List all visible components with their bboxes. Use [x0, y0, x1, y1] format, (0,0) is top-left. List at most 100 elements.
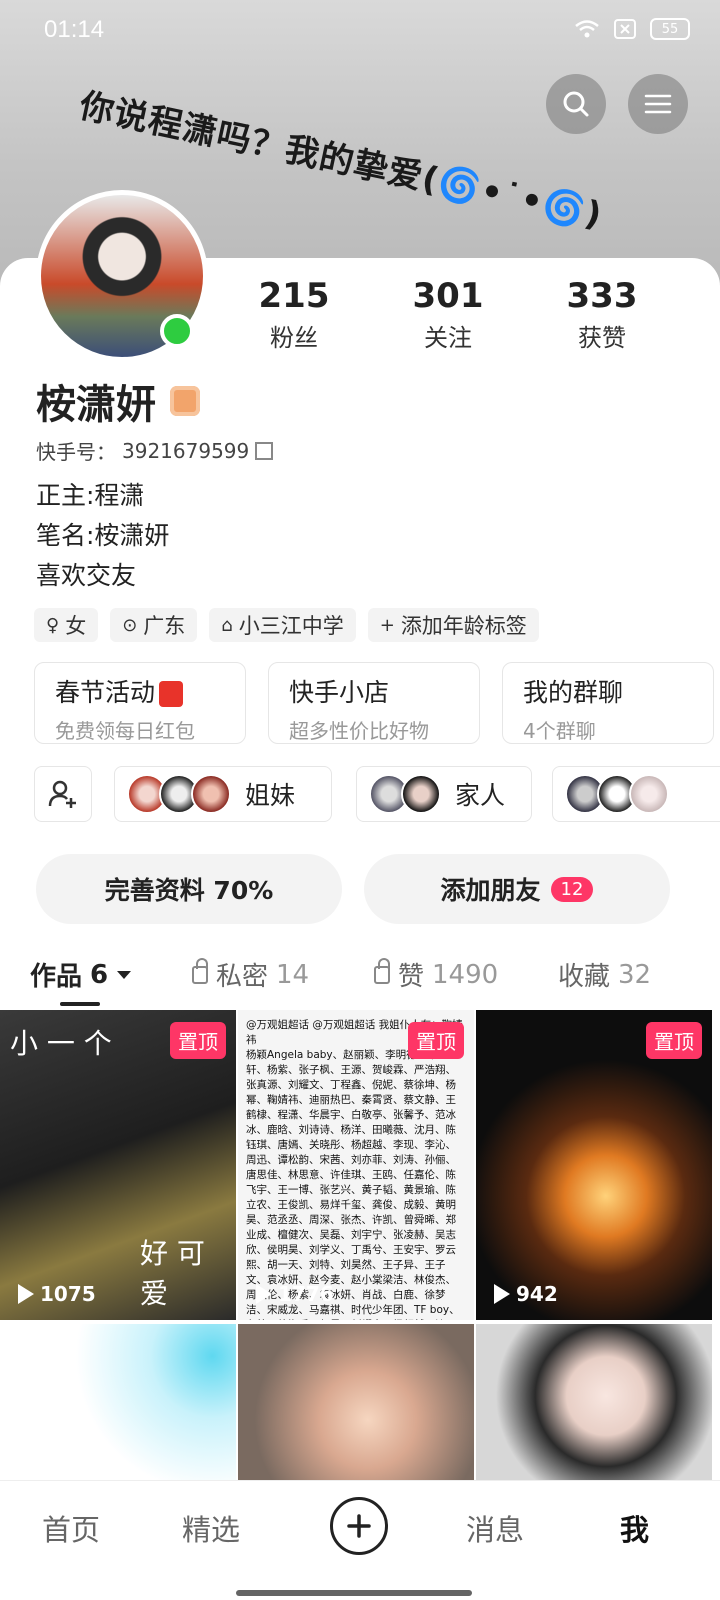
battery-icon: 55 [650, 18, 690, 40]
card-subtitle: 免费领每日红包 [55, 719, 195, 743]
video-caption-top: 小 一 个 [10, 1027, 112, 1060]
location-icon: ⊙ [122, 614, 138, 636]
tab-count: 1490 [432, 959, 499, 990]
card-spring-festival[interactable]: 春节活动 免费领每日红包 [34, 662, 246, 744]
tag-add-age[interactable]: + 添加年龄标签 [367, 608, 539, 642]
play-icon [494, 1284, 510, 1304]
nav-me[interactable]: 我 [620, 1507, 649, 1549]
play-icon [18, 1284, 34, 1304]
play-count-value: 942 [516, 1282, 558, 1306]
id-label: 快手号： [36, 440, 116, 464]
friend-groups: 姐妹 家人 [34, 766, 720, 822]
video-caption-mid: 好 可 爱 [140, 1237, 205, 1310]
bio: 正主:程潇 笔名:桉潇妍 喜欢交友 [36, 476, 169, 596]
home-indicator[interactable] [236, 1590, 472, 1596]
card-group-chats[interactable]: 我的群聊 4个群聊 [502, 662, 714, 744]
pinned-badge: 置顶 [408, 1022, 464, 1059]
tab-works[interactable]: 作品 6 [30, 956, 132, 993]
play-icon [256, 1284, 272, 1304]
video-thumbnail[interactable]: @万观姐超话 @万观姐超话 我姐仆人有：鞠婧祎 杨颖Angela baby、赵丽… [238, 1010, 474, 1320]
tag-label: 添加年龄标签 [400, 614, 527, 638]
group-member-avatar [629, 774, 669, 814]
card-title: 快手小店 [289, 678, 390, 707]
stat-label: 关注 [424, 324, 472, 352]
feature-cards: 春节活动 免费领每日红包 快手小店 超多性价比好物 我的群聊 4个群聊 [34, 662, 720, 746]
card-subtitle: 4个群聊 [523, 719, 596, 743]
video-thumbnail[interactable] [0, 1324, 236, 1484]
group-family[interactable]: 家人 [356, 766, 532, 822]
tab-private[interactable]: 私密 14 [192, 956, 309, 993]
hamburger-menu-icon [644, 94, 672, 114]
nav-home[interactable]: 首页 [42, 1507, 100, 1549]
play-count-value: 1776 [278, 1282, 334, 1306]
profile-screen: 01:14 55 你说程潇吗？我的挚爱(🌀•˙•🌀) 215 粉丝 301 关注… [0, 0, 720, 1600]
play-count: 1776 [256, 1282, 334, 1306]
id-value: 3921679599 [122, 438, 250, 463]
tab-label: 收藏 [558, 962, 611, 992]
play-count: 942 [494, 1282, 558, 1306]
tab-count: 6 [90, 959, 109, 990]
tag-school[interactable]: ⌂ 小三江中学 [209, 608, 356, 642]
nav-messages[interactable]: 消息 [466, 1507, 524, 1549]
complete-profile-button[interactable]: 完善资料 70% [36, 854, 342, 924]
video-thumbnail[interactable]: 小 一 个 好 可 爱 置顶 1075 [0, 1010, 236, 1320]
user-id-row[interactable]: 快手号： 3921679599 [36, 436, 274, 465]
play-count-value: 1075 [40, 1282, 96, 1306]
tab-liked[interactable]: 赞 1490 [374, 956, 498, 993]
stat-value: 215 [258, 276, 330, 316]
complete-profile-label: 完善资料 70% [104, 876, 274, 905]
plus-icon: + [379, 614, 395, 636]
tab-count: 14 [276, 959, 310, 990]
stat-followers[interactable]: 215 粉丝 [234, 276, 354, 353]
add-group-button[interactable] [34, 766, 92, 822]
stat-likes[interactable]: 333 获赞 [542, 276, 662, 353]
stat-value: 301 [412, 276, 484, 316]
play-count: 1075 [18, 1282, 96, 1306]
stat-following[interactable]: 301 关注 [388, 276, 508, 353]
stats-row: 215 粉丝 301 关注 333 获赞 [0, 276, 720, 356]
video-thumbnail[interactable] [238, 1324, 474, 1484]
card-shop[interactable]: 快手小店 超多性价比好物 [268, 662, 480, 744]
video-thumbnail[interactable]: 置顶 942 [476, 1010, 712, 1320]
menu-button[interactable] [628, 74, 688, 134]
tab-label: 私密 [216, 962, 269, 992]
status-time: 01:14 [44, 16, 105, 43]
stat-value: 333 [566, 276, 638, 316]
tab-favorites[interactable]: 收藏 32 [558, 956, 651, 993]
friend-request-badge: 12 [550, 876, 594, 902]
tag-label: 女 [65, 614, 87, 638]
tab-count: 32 [618, 959, 652, 990]
content-tabs: 作品 6 私密 14 赞 1490 收藏 32 [0, 950, 720, 1010]
group-more[interactable] [552, 766, 720, 822]
tag-gender[interactable]: ♀ 女 [34, 608, 99, 642]
level-badge-icon[interactable] [170, 386, 200, 416]
nav-featured[interactable]: 精选 [182, 1507, 240, 1549]
action-row: 完善资料 70% 添加朋友 12 [0, 854, 720, 924]
card-title: 我的群聊 [523, 678, 624, 707]
sim-card-icon [614, 19, 636, 39]
status-icons: 55 [574, 18, 690, 40]
video-text-content: @万观姐超话 @万观姐超话 我姐仆人有：鞠婧祎 杨颖Angela baby、赵丽… [246, 1018, 466, 1320]
red-packet-icon [159, 681, 184, 707]
profile-tags: ♀ 女 ⊙ 广东 ⌂ 小三江中学 + 添加年龄标签 [34, 608, 539, 642]
card-subtitle: 超多性价比好物 [289, 719, 429, 743]
tag-location[interactable]: ⊙ 广东 [110, 608, 198, 642]
video-thumbnail[interactable] [476, 1324, 712, 1484]
bottom-navigation: 首页 精选 消息 我 [0, 1480, 720, 1600]
status-bar: 01:14 55 [0, 0, 720, 64]
group-label: 家人 [455, 781, 506, 810]
lock-icon [374, 957, 390, 984]
create-button[interactable] [330, 1497, 388, 1555]
stat-label: 粉丝 [270, 324, 318, 352]
qr-code-icon[interactable] [255, 441, 274, 460]
bio-line: 笔名:桉潇妍 [36, 521, 170, 550]
add-friends-button[interactable]: 添加朋友 12 [364, 854, 670, 924]
female-icon: ♀ [46, 614, 60, 636]
search-button[interactable] [546, 74, 606, 134]
group-member-avatar [191, 774, 231, 814]
user-name: 桉潇妍 [36, 382, 156, 428]
tag-label: 广东 [143, 614, 186, 638]
school-icon: ⌂ [221, 614, 233, 636]
caret-down-icon [117, 970, 132, 979]
group-sisters[interactable]: 姐妹 [114, 766, 332, 822]
